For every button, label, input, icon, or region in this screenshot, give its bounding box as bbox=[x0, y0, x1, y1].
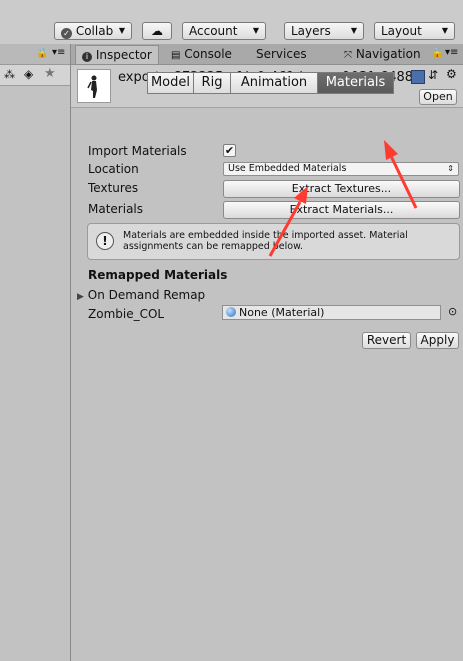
import-materials-checkbox[interactable]: ✔ bbox=[223, 144, 236, 157]
info-helpbox: ! Materials are embedded inside the impo… bbox=[87, 223, 460, 260]
tab-navigation-label: Navigation bbox=[355, 47, 421, 61]
account-dropdown[interactable]: Account ▼ bbox=[182, 22, 266, 40]
help-book-icon[interactable] bbox=[411, 70, 425, 84]
info-text: Materials are embedded inside the import… bbox=[123, 230, 408, 252]
material-sphere-icon bbox=[226, 307, 236, 317]
inspector-panel: i Inspector ▤ Console Services ⤧ Navigat… bbox=[71, 44, 463, 661]
layout-dropdown[interactable]: Layout ▼ bbox=[374, 22, 455, 40]
open-button[interactable]: Open bbox=[419, 89, 457, 105]
dropdown-arrow-icon: ▼ bbox=[350, 26, 357, 35]
info-circle-icon: i bbox=[82, 52, 92, 62]
console-icon: ▤ bbox=[171, 50, 181, 61]
checkmark-icon: ✔ bbox=[224, 144, 235, 157]
apply-button[interactable]: Apply bbox=[416, 332, 459, 349]
on-demand-remap-label: On Demand Remap bbox=[87, 288, 206, 302]
remapped-materials-header: Remapped Materials bbox=[88, 268, 228, 282]
material-object-field[interactable]: None (Material) bbox=[222, 305, 441, 320]
tab-model[interactable]: Model bbox=[147, 72, 194, 94]
collab-label: Collab bbox=[75, 24, 114, 38]
material-slot-value: None (Material) bbox=[239, 306, 325, 319]
cloud-button[interactable]: ☁ bbox=[142, 22, 172, 40]
tab-rig[interactable]: Rig bbox=[193, 72, 231, 94]
foldout-arrow-icon: ▶ bbox=[77, 292, 84, 302]
extract-textures-button[interactable]: Extract Textures... bbox=[223, 180, 460, 198]
account-label: Account bbox=[189, 24, 238, 38]
info-text-line2: assignments can be remapped below. bbox=[123, 241, 304, 252]
location-dropdown[interactable]: Use Embedded Materials ⇕ bbox=[223, 162, 459, 176]
main-toolbar: ✓ Collab ▼ ☁ Account ▼ Layers ▼ Layout ▼ bbox=[0, 0, 463, 44]
dropdown-arrow-icon: ▼ bbox=[441, 26, 448, 35]
dropdown-arrow-icon: ▼ bbox=[252, 26, 259, 35]
tab-console[interactable]: ▤ Console bbox=[171, 45, 232, 64]
filter-type-icon[interactable]: ⁂ bbox=[4, 68, 15, 81]
panel-menu-icon[interactable]: ▾≡ bbox=[52, 47, 65, 58]
navigation-icon: ⤧ bbox=[344, 50, 352, 61]
revert-button[interactable]: Revert bbox=[362, 332, 411, 349]
tab-inspector-label: Inspector bbox=[95, 48, 152, 62]
panel-menu-icon[interactable]: ▾≡ bbox=[445, 47, 458, 58]
tab-inspector[interactable]: i Inspector bbox=[75, 45, 159, 64]
info-text-line1: Materials are embedded inside the import… bbox=[123, 230, 408, 241]
materials-label: Materials bbox=[88, 202, 144, 216]
tab-animation[interactable]: Animation bbox=[230, 72, 318, 94]
check-circle-icon: ✓ bbox=[61, 28, 72, 39]
tab-services-label: Services bbox=[256, 47, 307, 61]
left-tab-row: 🔒 ▾≡ bbox=[0, 44, 70, 65]
location-label: Location bbox=[88, 162, 139, 176]
tab-navigation[interactable]: ⤧ Navigation bbox=[344, 45, 421, 64]
updown-arrow-icon: ⇕ bbox=[447, 164, 454, 173]
favorite-star-icon[interactable]: ★ bbox=[44, 66, 56, 81]
collab-button[interactable]: ✓ Collab ▼ bbox=[54, 22, 132, 40]
object-picker-icon[interactable]: ⊙ bbox=[448, 305, 457, 318]
layout-label: Layout bbox=[381, 24, 422, 38]
extract-materials-button[interactable]: Extract Materials... bbox=[223, 201, 460, 219]
layers-label: Layers bbox=[291, 24, 331, 38]
on-demand-remap-foldout[interactable]: ▶ On Demand Remap bbox=[77, 288, 205, 302]
info-exclamation-icon: ! bbox=[96, 232, 114, 250]
layers-dropdown[interactable]: Layers ▼ bbox=[284, 22, 364, 40]
left-filter-bar: ⁂ ◈ ★ bbox=[0, 65, 70, 86]
label-tag-icon[interactable]: ◈ bbox=[24, 67, 33, 81]
lock-icon[interactable]: 🔒 bbox=[36, 48, 48, 59]
textures-label: Textures bbox=[88, 181, 139, 195]
lock-icon[interactable]: 🔒 bbox=[431, 48, 443, 59]
tab-console-label: Console bbox=[184, 47, 232, 61]
import-materials-label: Import Materials bbox=[88, 144, 187, 158]
tab-row: i Inspector ▤ Console Services ⤧ Navigat… bbox=[71, 44, 463, 65]
asset-thumbnail bbox=[77, 69, 111, 103]
location-value: Use Embedded Materials bbox=[228, 163, 347, 174]
tab-materials[interactable]: Materials bbox=[317, 72, 394, 94]
dropdown-arrow-icon: ▼ bbox=[118, 26, 125, 35]
zombie-figure-icon bbox=[87, 75, 97, 98]
tab-services[interactable]: Services bbox=[256, 45, 307, 64]
material-slot-name: Zombie_COL bbox=[88, 307, 165, 321]
cloud-icon: ☁ bbox=[151, 24, 163, 38]
preset-icon[interactable]: ⇵ bbox=[428, 68, 438, 82]
gear-icon[interactable]: ⚙ bbox=[446, 67, 457, 81]
project-panel: 🔒 ▾≡ ⁂ ◈ ★ bbox=[0, 44, 71, 661]
